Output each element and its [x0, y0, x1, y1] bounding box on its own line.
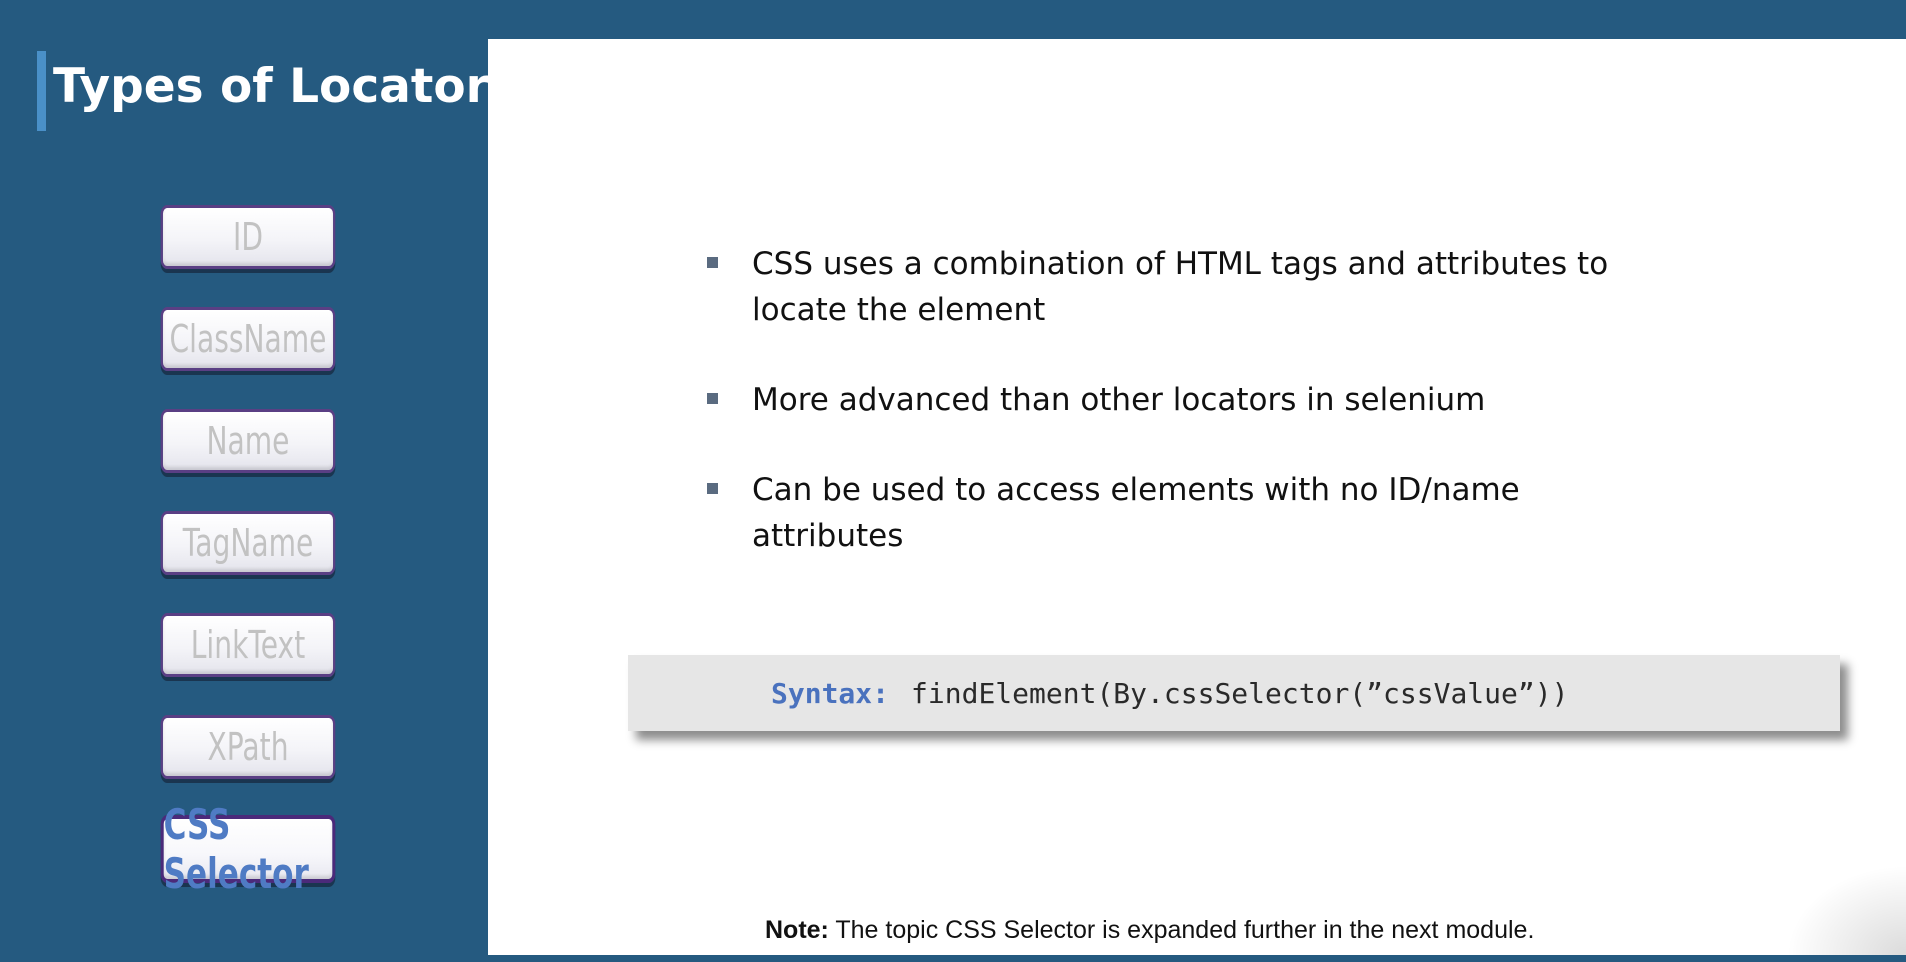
title-accent-bar — [37, 51, 46, 131]
bullet-item: CSS uses a combination of HTML tags and … — [707, 241, 1667, 333]
bullet-text: More advanced than other locators in sel… — [752, 382, 1486, 418]
locator-button-label: Name — [206, 419, 290, 463]
syntax-box: Syntax: findElement(By.cssSelector(”cssV… — [628, 655, 1840, 731]
locator-types-nav: ID ClassName Name TagName LinkText XPath… — [130, 205, 366, 921]
syntax-label: Syntax: — [771, 676, 890, 710]
locator-button-xpath[interactable]: XPath — [160, 715, 336, 779]
locator-button-label: XPath — [207, 725, 289, 769]
locator-button-label: LinkText — [190, 623, 306, 667]
bullet-square-icon — [707, 483, 718, 494]
bullet-item: Can be used to access elements with no I… — [707, 467, 1667, 559]
bullet-text: CSS uses a combination of HTML tags and … — [752, 246, 1609, 328]
content-panel: CSS uses a combination of HTML tags and … — [488, 39, 1906, 955]
footnote: Note: The topic CSS Selector is expanded… — [765, 916, 1534, 945]
locator-button-css-selector[interactable]: CSS Selector — [160, 800, 336, 898]
locator-button-classname[interactable]: ClassName — [160, 307, 336, 371]
note-label: Note: — [765, 916, 829, 944]
locator-button-id[interactable]: ID — [160, 205, 336, 269]
locator-button-label: TagName — [182, 521, 314, 565]
locator-button-tagname[interactable]: TagName — [160, 511, 336, 575]
bullet-square-icon — [707, 393, 718, 404]
syntax-code: findElement(By.cssSelector(”cssValue”)) — [911, 676, 1569, 710]
note-text: The topic CSS Selector is expanded furth… — [828, 916, 1535, 944]
bullet-text: Can be used to access elements with no I… — [752, 472, 1520, 554]
slide-title: Types of Locators — [53, 59, 517, 114]
locator-button-label: ClassName — [169, 317, 327, 361]
locator-button-name[interactable]: Name — [160, 409, 336, 473]
bullet-square-icon — [707, 257, 718, 268]
locator-button-linktext[interactable]: LinkText — [160, 613, 336, 677]
bullet-list: CSS uses a combination of HTML tags and … — [707, 241, 1667, 603]
bullet-item: More advanced than other locators in sel… — [707, 377, 1667, 423]
locator-button-label: CSS Selector — [163, 800, 309, 898]
locator-button-label: ID — [233, 215, 263, 259]
